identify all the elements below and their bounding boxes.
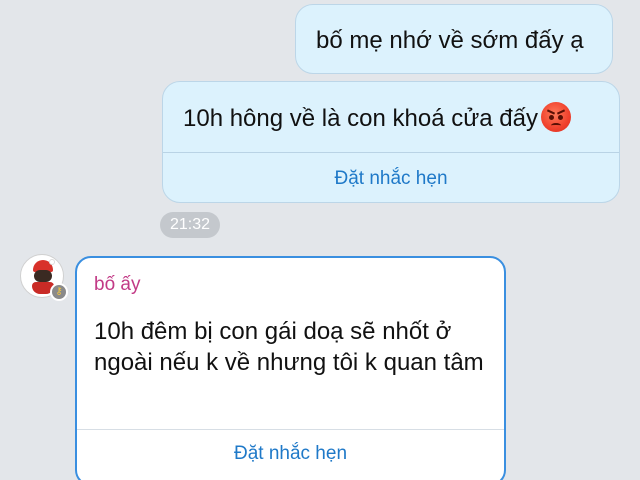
outgoing-message-bubble[interactable]: bố mẹ nhớ về sớm đấy ạ	[295, 4, 613, 74]
avatar-face	[34, 270, 52, 282]
message-text: 10h hông về là con khoá cửa đấy	[183, 105, 538, 132]
set-reminder-button[interactable]: Đặt nhắc hẹn	[163, 168, 619, 190]
timestamp-badge: 21:32	[160, 212, 220, 238]
divider	[163, 152, 619, 153]
message-text: bố mẹ nhớ về sớm đấy ạ	[316, 27, 584, 54]
key-icon: ⚷	[50, 283, 68, 301]
set-reminder-button[interactable]: Đặt nhắc hẹn	[77, 443, 504, 465]
chat-view: bố mẹ nhớ về sớm đấy ạ 10h hông về là co…	[0, 0, 640, 480]
hat-pompom	[49, 259, 55, 265]
message-text-row: 10h hông về là con khoá cửa đấy	[183, 102, 571, 134]
avatar[interactable]: ⚷	[20, 254, 68, 301]
angry-face-icon	[540, 102, 571, 132]
outgoing-message-bubble[interactable]: 10h hông về là con khoá cửa đấy Đặt nhắc…	[162, 81, 620, 203]
sender-name[interactable]: bố ấy	[94, 274, 140, 296]
incoming-message-bubble[interactable]: bố ấy 10h đêm bị con gái doạ sẽ nhốt ở n…	[75, 256, 506, 480]
message-text: 10h đêm bị con gái doạ sẽ nhốt ở ngoài n…	[94, 318, 484, 376]
divider	[77, 429, 504, 430]
